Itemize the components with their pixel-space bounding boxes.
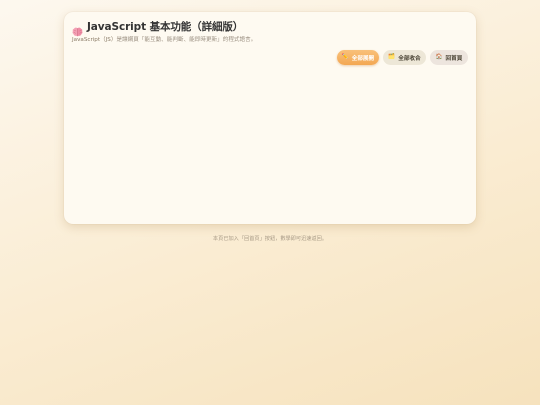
folder-icon: 🗂️ [388, 53, 396, 60]
brain-icon [72, 22, 83, 36]
toolbar: ✏️ 全部展開 🗂️ 全部收合 🏠 回首頁 [337, 50, 468, 65]
home-button[interactable]: 🏠 回首頁 [430, 50, 468, 65]
collapse-all-button[interactable]: 🗂️ 全部收合 [383, 50, 426, 65]
main-card: JavaScript 基本功能（詳細版） JavaScript（JS）是讓網頁「… [64, 12, 476, 224]
page-subtitle: JavaScript（JS）是讓網頁「能互動、能判斷、能即時更新」的程式語言。 [72, 35, 256, 43]
collapse-all-label: 全部收合 [398, 55, 421, 62]
subtitle-prefix: JavaScript（JS） [72, 37, 117, 43]
subtitle-text: 是讓網頁「能互動、能判斷、能即時更新」的程式語言。 [116, 37, 257, 43]
pencil-icon: ✏️ [341, 53, 349, 60]
title-row: JavaScript 基本功能（詳細版） [72, 19, 244, 36]
home-icon: 🏠 [435, 53, 443, 60]
expand-all-label: 全部展開 [351, 55, 375, 62]
page-title: JavaScript 基本功能（詳細版） [87, 21, 244, 33]
home-label: 回首頁 [445, 55, 463, 62]
footer-note: 本頁已加入「回首頁」按鈕，數學即可迅速返回。 [212, 236, 328, 242]
expand-all-button[interactable]: ✏️ 全部展開 [337, 50, 379, 65]
